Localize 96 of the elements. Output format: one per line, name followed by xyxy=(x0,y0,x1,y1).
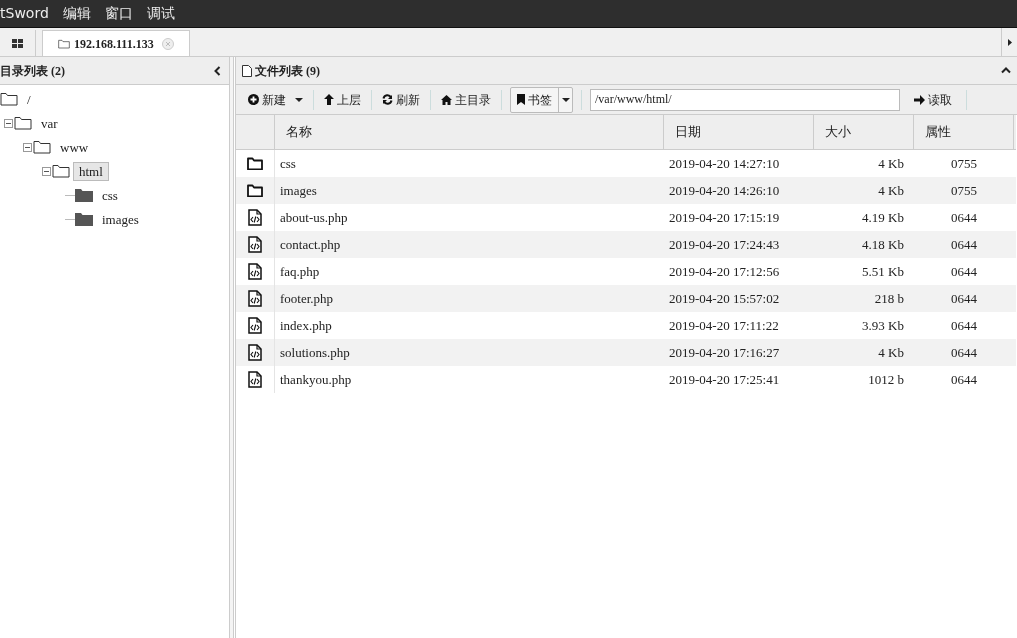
file-name: solutions.php xyxy=(279,343,351,362)
tab[interactable]: 192.168.111.133 xyxy=(42,30,190,56)
column-header[interactable]: 大小 xyxy=(814,115,914,149)
column-header[interactable]: 名称 xyxy=(275,115,664,149)
caret-down-icon xyxy=(561,97,570,102)
date-cell-text: 2019-04-20 17:12:56 xyxy=(668,262,781,281)
read-button[interactable]: 读取 xyxy=(904,88,962,111)
home-icon xyxy=(441,94,452,105)
size-cell-text: 5.51 Kb xyxy=(861,262,905,281)
attribute-cell-text: 0644 xyxy=(950,235,978,254)
file-name: index.php xyxy=(279,316,333,335)
caret-right-icon xyxy=(1007,38,1012,46)
bookmark-dropdown-button[interactable] xyxy=(558,87,572,112)
file-icon xyxy=(242,64,252,77)
code-file-icon xyxy=(248,344,262,361)
collapse-icon[interactable] xyxy=(42,166,51,176)
file-row[interactable]: contact.php 2019-04-20 17:24:43 4.18 Kb 0644 xyxy=(236,231,1016,258)
size-cell-text: 4 Kb xyxy=(877,154,905,173)
tree-item[interactable]: var xyxy=(35,113,64,133)
panel-title: 目录列表 (2) xyxy=(0,62,65,80)
column-header[interactable]: 日期 xyxy=(664,115,814,149)
path-field[interactable]: /var/www/html/ xyxy=(590,88,900,111)
attribute-cell-text: 0755 xyxy=(950,154,978,173)
attribute-cell-text: 0644 xyxy=(950,289,978,308)
file-name: faq.php xyxy=(279,262,321,281)
size-cell-text: 3.93 Kb xyxy=(861,316,905,335)
new-button[interactable]: 新建 xyxy=(238,88,313,111)
date-cell-text: 2019-04-20 14:26:10 xyxy=(668,181,781,200)
tree-item[interactable]: / xyxy=(21,89,37,109)
tree-item[interactable]: css xyxy=(96,185,124,205)
menu-item[interactable]: 调试 xyxy=(146,3,175,24)
chevron-up-icon[interactable] xyxy=(1001,67,1011,74)
caret-down-icon xyxy=(295,97,303,102)
code-file-icon xyxy=(248,263,262,280)
refresh-button[interactable]: 刷新 xyxy=(372,88,430,111)
size-cell-text: 4.19 Kb xyxy=(861,208,905,227)
date-cell-text: 2019-04-20 17:16:27 xyxy=(668,343,781,362)
folder-icon xyxy=(52,164,70,178)
file-name: images xyxy=(279,181,318,200)
attribute-cell-text: 0644 xyxy=(950,262,978,281)
folder-icon xyxy=(247,157,263,170)
date-cell-text: 2019-04-20 15:57:02 xyxy=(668,289,781,308)
folder-icon xyxy=(14,116,32,130)
file-name: about-us.php xyxy=(279,208,349,227)
file-name: footer.php xyxy=(279,289,335,308)
collapse-icon[interactable] xyxy=(23,142,32,152)
plus-circle-icon xyxy=(248,94,259,105)
attribute-cell-text: 0644 xyxy=(950,316,978,335)
file-row[interactable]: footer.php 2019-04-20 15:57:02 218 b 0644 xyxy=(236,285,1016,312)
attribute-cell-text: 0644 xyxy=(950,208,978,227)
arrow-up-icon xyxy=(324,94,334,105)
up-button[interactable]: 上层 xyxy=(314,88,371,111)
file-row[interactable]: solutions.php 2019-04-20 17:16:27 4 Kb 0644 xyxy=(236,339,1016,366)
code-file-icon xyxy=(248,209,262,226)
home-button[interactable]: 主目录 xyxy=(431,88,501,111)
file-name: thankyou.php xyxy=(279,370,353,389)
chevron-left-icon[interactable] xyxy=(214,65,221,76)
code-file-icon xyxy=(248,317,262,334)
folder-icon xyxy=(75,212,93,226)
column-header[interactable]: 属性 xyxy=(914,115,1014,149)
code-file-icon xyxy=(248,236,262,253)
refresh-icon xyxy=(382,94,393,105)
date-cell-text: 2019-04-20 14:27:10 xyxy=(668,154,781,173)
arrow-right-icon xyxy=(914,94,925,105)
size-cell-text: 4 Kb xyxy=(877,343,905,362)
bookmark-icon xyxy=(517,94,525,105)
tree-item[interactable]: images xyxy=(96,209,145,229)
date-cell-text: 2019-04-20 17:15:19 xyxy=(668,208,781,227)
attribute-cell-text: 0644 xyxy=(950,343,978,362)
size-cell-text: 1012 b xyxy=(867,370,905,389)
attribute-cell-text: 0644 xyxy=(950,370,978,389)
code-file-icon xyxy=(248,290,262,307)
code-file-icon xyxy=(248,371,262,388)
menu-item[interactable]: 窗口 xyxy=(104,3,133,24)
file-name: css xyxy=(279,154,297,173)
tree-item[interactable]: www xyxy=(54,137,95,157)
folder-icon xyxy=(33,140,51,154)
date-cell-text: 2019-04-20 17:11:22 xyxy=(668,316,780,335)
size-cell-text: 218 b xyxy=(873,289,905,308)
size-cell-text: 4 Kb xyxy=(877,181,905,200)
date-cell-text: 2019-04-20 17:25:41 xyxy=(668,370,781,389)
tab-label: 192.168.111.133 xyxy=(74,35,154,53)
folder-icon xyxy=(247,184,263,197)
tree-item[interactable]: html xyxy=(73,161,109,181)
file-name: contact.php xyxy=(279,235,342,254)
grid-icon xyxy=(12,38,23,48)
collapse-icon[interactable] xyxy=(4,118,13,128)
size-cell-text: 4.18 Kb xyxy=(861,235,905,254)
folder-icon xyxy=(75,188,93,202)
menu-item[interactable]: tSword xyxy=(0,3,49,24)
panel-title: 文件列表 (9) xyxy=(255,62,320,80)
folder-icon xyxy=(58,38,70,49)
menu-item[interactable]: 编辑 xyxy=(62,3,91,24)
date-cell-text: 2019-04-20 17:24:43 xyxy=(668,235,781,254)
attribute-cell-text: 0755 xyxy=(950,181,978,200)
file-row[interactable]: images 2019-04-20 14:26:10 4 Kb 0755 xyxy=(236,177,1016,204)
